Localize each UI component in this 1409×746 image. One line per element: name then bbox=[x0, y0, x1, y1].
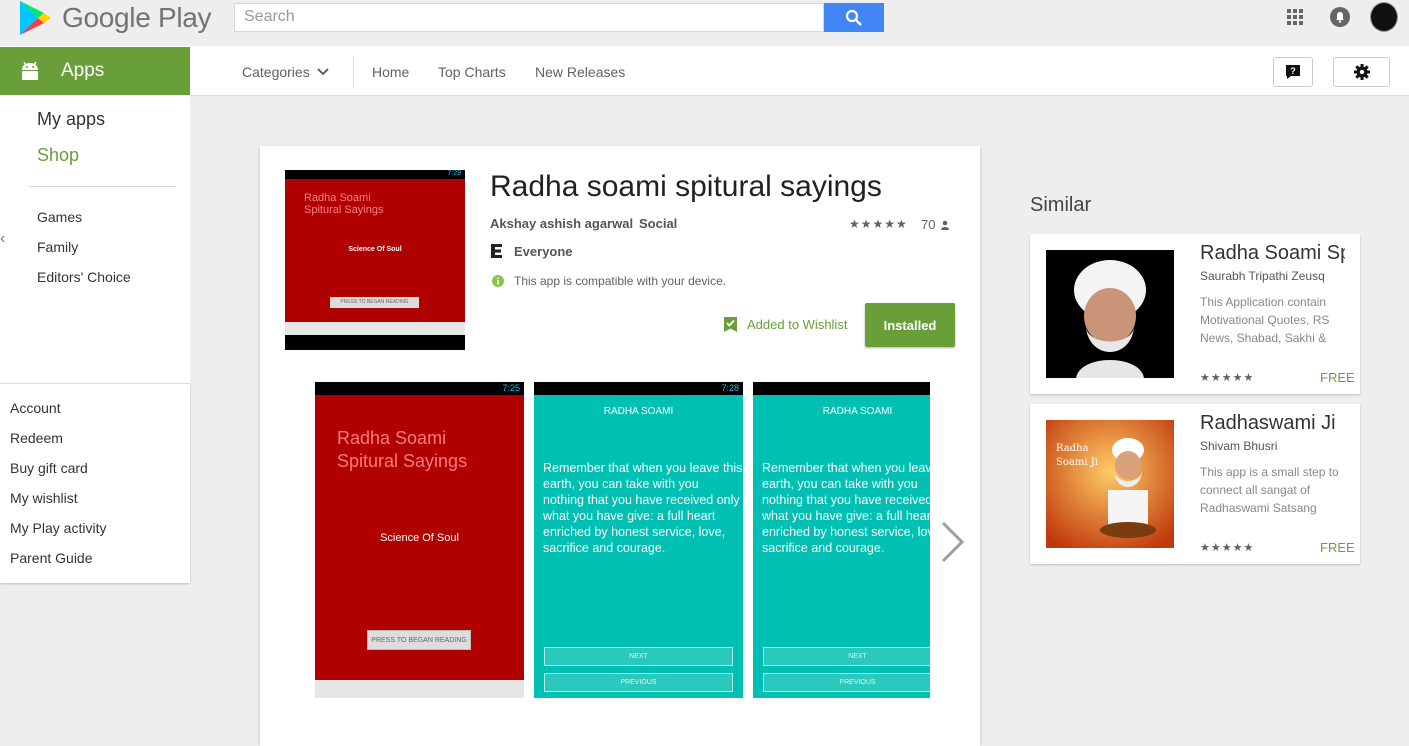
shot2-quote: Remember that when you leave this earth,… bbox=[543, 461, 743, 555]
shot1-title-line1: Radha Soami bbox=[337, 428, 447, 448]
similar-app-price: FREE bbox=[1320, 370, 1355, 385]
menu-account[interactable]: Account bbox=[10, 400, 61, 416]
screenshots-next-chevron-icon[interactable] bbox=[938, 520, 966, 575]
sub-nav-bar bbox=[0, 46, 1409, 96]
play-logo-icon bbox=[20, 1, 51, 35]
similar-app-title[interactable]: Radhaswami Ji bbox=[1200, 412, 1345, 435]
chevron-down-icon bbox=[316, 68, 329, 76]
wishlist-button[interactable]: Added to Wishlist bbox=[723, 316, 847, 333]
shot1-read-button: PRESS TO BEGAN READING bbox=[367, 630, 471, 650]
content-rating-label: Everyone bbox=[514, 243, 573, 259]
shot3-next: NEXT bbox=[763, 647, 930, 666]
menu-my-play-activity[interactable]: My Play activity bbox=[10, 520, 106, 536]
esrb-everyone-icon bbox=[491, 244, 502, 258]
google-play-logo[interactable]: Google Play bbox=[18, 0, 212, 36]
nav-home-link[interactable]: Home bbox=[372, 64, 409, 80]
apps-tab[interactable]: Apps bbox=[0, 47, 190, 95]
menu-redeem[interactable]: Redeem bbox=[10, 430, 63, 446]
search-button[interactable] bbox=[824, 3, 884, 32]
menu-my-wishlist[interactable]: My wishlist bbox=[10, 490, 78, 506]
screenshot-1[interactable]: 7:25 Radha Soami Spitural Sayings Scienc… bbox=[315, 382, 524, 698]
shot3-heading: RADHA SOAMI bbox=[822, 406, 893, 417]
similar-app-stars: ★★★★★ bbox=[1200, 542, 1255, 554]
shot3-quote: Remember that when you leave this earth,… bbox=[762, 461, 930, 555]
wishlist-label: Added to Wishlist bbox=[747, 317, 848, 332]
compatibility-note: This app is compatible with your device. bbox=[492, 274, 726, 288]
settings-button[interactable] bbox=[1333, 57, 1390, 87]
similar-image-text-2: Soami Ji bbox=[1056, 457, 1098, 468]
notifications-bell-icon[interactable] bbox=[1330, 7, 1350, 27]
shot3-previous: PREVIOUS bbox=[763, 673, 930, 692]
installed-button[interactable]: Installed bbox=[865, 303, 955, 347]
sidebar-games[interactable]: Games bbox=[37, 209, 82, 225]
similar-heading: Similar bbox=[1030, 194, 1092, 216]
shot1-time: 7:25 bbox=[502, 383, 520, 393]
similar-app-price: FREE bbox=[1320, 540, 1355, 555]
menu-parent-guide[interactable]: Parent Guide bbox=[10, 550, 93, 566]
sidebar-family[interactable]: Family bbox=[37, 239, 78, 255]
account-avatar[interactable] bbox=[1370, 2, 1398, 32]
similar-app-title[interactable]: Radha Soami Sp bbox=[1200, 242, 1345, 265]
similar-app-developer[interactable]: Shivam Bhusri bbox=[1200, 439, 1345, 453]
app-category-link[interactable]: Social bbox=[639, 216, 677, 231]
categories-label: Categories bbox=[242, 64, 310, 80]
rating-stars: ★★★★★ bbox=[849, 217, 908, 231]
categories-dropdown[interactable]: Categories bbox=[242, 64, 329, 80]
compat-text: This app is compatible with your device. bbox=[514, 274, 727, 288]
similar-app-image bbox=[1046, 250, 1174, 378]
icon-nav-bar bbox=[285, 335, 465, 350]
similar-app-stars: ★★★★★ bbox=[1200, 372, 1255, 384]
nav-divider bbox=[353, 56, 354, 88]
icon-subtitle: Science Of Soul bbox=[348, 246, 402, 253]
sidebar-my-apps[interactable]: My apps bbox=[37, 109, 105, 130]
sidebar-divider bbox=[29, 186, 176, 187]
apps-grid-icon[interactable] bbox=[1287, 9, 1303, 25]
nav-new-releases-link[interactable]: New Releases bbox=[535, 64, 625, 80]
bookmark-check-icon bbox=[724, 317, 737, 332]
app-title: Radha soami spitural sayings bbox=[490, 170, 882, 203]
nav-top-charts-link[interactable]: Top Charts bbox=[438, 64, 506, 80]
android-icon bbox=[22, 61, 38, 80]
logo-text: Google Play bbox=[62, 2, 212, 33]
similar-image-text-1: Radha bbox=[1056, 443, 1089, 454]
help-button[interactable]: ? bbox=[1273, 57, 1313, 87]
search-input[interactable]: Search bbox=[234, 3, 824, 32]
sidebar-collapse-chevron-icon[interactable]: ‹ bbox=[0, 230, 5, 248]
shot1-title-line2: Spitural Sayings bbox=[337, 451, 468, 471]
shot2-previous: PREVIOUS bbox=[544, 673, 733, 692]
icon-status-time: 7:29 bbox=[447, 170, 461, 177]
shot1-subtitle: Science Of Soul bbox=[380, 532, 459, 544]
rating-count: 70 bbox=[921, 217, 950, 232]
apps-tab-label: Apps bbox=[61, 60, 105, 81]
app-icon-image: 7:29 Radha Soami Spitural Sayings Scienc… bbox=[285, 170, 465, 350]
menu-buy-gift-card[interactable]: Buy gift card bbox=[10, 460, 88, 476]
similar-app-description: This Application contain Motivational Qu… bbox=[1200, 295, 1330, 345]
shot2-time: 7:28 bbox=[721, 383, 739, 393]
search-icon bbox=[845, 9, 862, 26]
svg-text:?: ? bbox=[1290, 66, 1296, 76]
shot2-heading: RADHA SOAMI bbox=[603, 406, 674, 417]
similar-app-card[interactable]: Radha Soami Ji Radhaswami Ji Shivam Bhus… bbox=[1030, 404, 1360, 564]
sidebar-shop[interactable]: Shop bbox=[37, 145, 79, 166]
info-icon bbox=[492, 275, 504, 287]
icon-title-line2: Spitural Sayings bbox=[304, 204, 384, 216]
similar-app-developer[interactable]: Saurabh Tripathi Zeusq bbox=[1200, 269, 1345, 283]
screenshot-2[interactable]: 7:28 RADHA SOAMI Remember that when you … bbox=[534, 382, 743, 698]
left-sidebar bbox=[0, 95, 190, 383]
icon-title-line1: Radha Soami bbox=[304, 192, 371, 204]
similar-app-description: This app is a small step to connect all … bbox=[1200, 465, 1339, 515]
screenshot-3[interactable]: RADHA SOAMI Remember that when you leav e… bbox=[753, 382, 930, 698]
sidebar-editors-choice[interactable]: Editors' Choice bbox=[37, 269, 131, 285]
help-icon: ? bbox=[1286, 65, 1300, 79]
similar-app-card[interactable]: Radha Soami Sp Saurabh Tripathi Zeusq Th… bbox=[1030, 234, 1360, 394]
app-developer-link[interactable]: Akshay ashish agarwal bbox=[490, 216, 633, 231]
rating-count-value: 70 bbox=[921, 217, 936, 232]
person-icon bbox=[941, 220, 950, 230]
similar-app-image: Radha Soami Ji bbox=[1046, 420, 1174, 548]
content-rating: Everyone bbox=[490, 243, 573, 259]
shot2-next: NEXT bbox=[544, 647, 733, 666]
gear-icon bbox=[1353, 64, 1370, 80]
icon-read-button: PRESS TO BEGAN READING bbox=[330, 297, 419, 308]
